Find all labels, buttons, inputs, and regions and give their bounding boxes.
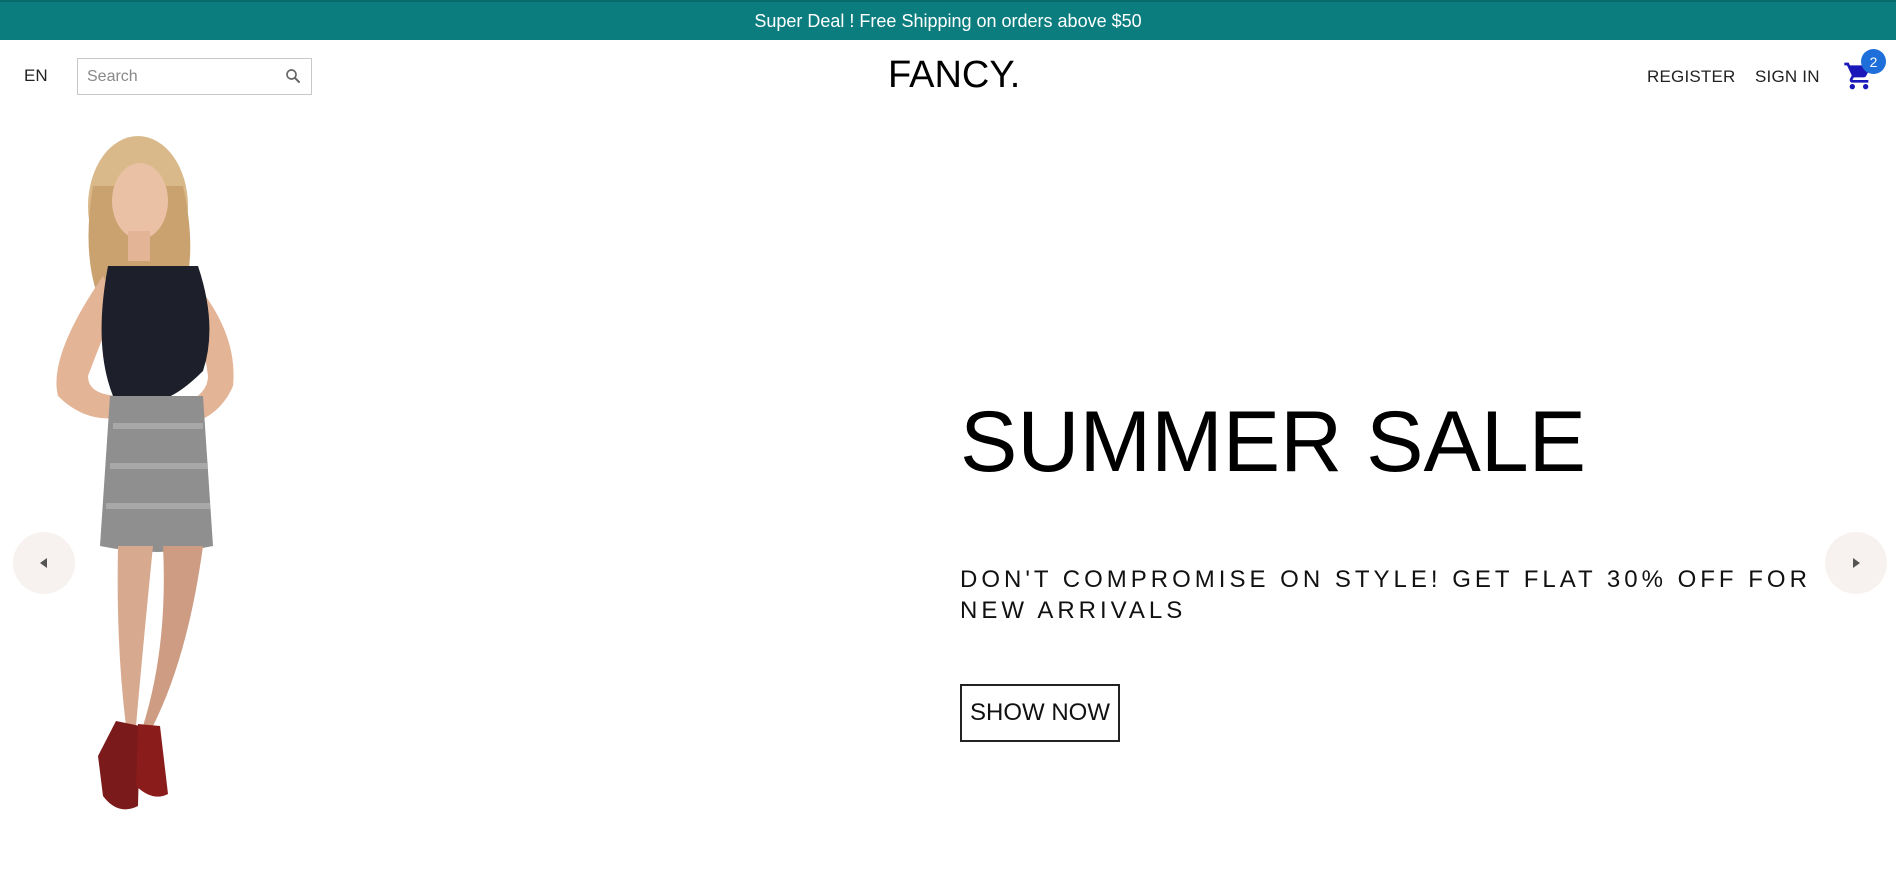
hero-description: DON'T COMPROMISE ON STYLE! GET FLAT 30% … bbox=[960, 566, 1811, 624]
sign-in-link[interactable]: SIGN IN bbox=[1755, 67, 1820, 87]
search-input[interactable] bbox=[78, 59, 268, 94]
hero-slider: SUMMER SALE DON'T COMPROMISE ON STYLE! G… bbox=[0, 112, 1896, 832]
cart-count-badge: 2 bbox=[1861, 49, 1886, 74]
navbar: EN FANCY. REGISTER SIGN IN 2 bbox=[0, 40, 1896, 112]
model-photo bbox=[56, 136, 234, 810]
language-selector[interactable]: EN bbox=[24, 66, 48, 86]
search-box bbox=[77, 58, 312, 95]
announcement-bar: Super Deal ! Free Shipping on orders abo… bbox=[0, 0, 1896, 40]
arrow-left-icon bbox=[40, 558, 47, 568]
register-link[interactable]: REGISTER bbox=[1647, 67, 1736, 87]
hero-content: SUMMER SALE DON'T COMPROMISE ON STYLE! G… bbox=[960, 392, 1860, 742]
search-icon[interactable] bbox=[284, 67, 302, 85]
brand-logo[interactable]: FANCY. bbox=[888, 54, 1020, 97]
hero-title: SUMMER SALE bbox=[960, 394, 1587, 490]
announcement-text: Super Deal ! Free Shipping on orders abo… bbox=[754, 10, 1142, 31]
prev-slide-button[interactable] bbox=[13, 532, 75, 594]
show-now-button[interactable]: SHOW NOW bbox=[960, 684, 1120, 742]
